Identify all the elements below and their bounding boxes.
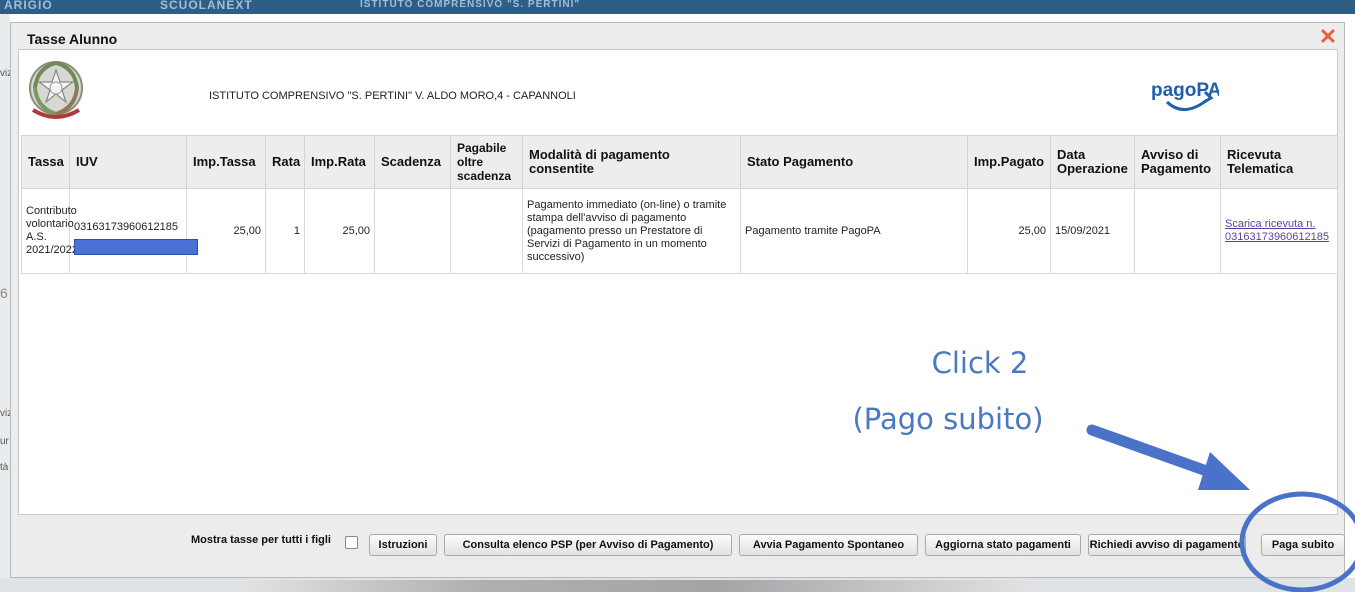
- dialog-title: Tasse Alunno: [27, 31, 118, 47]
- table-row: Contributo volontario A.S. 2021/2022 031…: [21, 188, 1338, 274]
- background-left-text: 6: [0, 285, 8, 301]
- column-header: Imp.Pagato: [967, 135, 1051, 189]
- cell-imp-rata: 25,00: [304, 188, 375, 274]
- pagopa-logo-icon: pagoPA: [1151, 80, 1219, 111]
- background-footer-shadow: [238, 580, 1038, 592]
- column-header: Avviso di Pagamento: [1134, 135, 1221, 189]
- institute-name: ISTITUTO COMPRENSIVO "S. PERTINI" V. ALD…: [209, 90, 576, 102]
- background-school-fragment: ISTITUTO COMPRENSIVO "S. PERTINI": [360, 0, 581, 10]
- dialog-footer: Mostra tasse per tutti i figli Istruzion…: [18, 516, 1345, 572]
- paga-subito-button[interactable]: Paga subito: [1261, 534, 1345, 556]
- cell-imp-tassa: 25,00: [186, 188, 266, 274]
- background-left-text: viz: [0, 408, 10, 419]
- redaction-block: [74, 238, 198, 255]
- column-header: Imp.Rata: [304, 135, 375, 189]
- cell-iuv: 03163173960612185: [69, 188, 198, 274]
- table-header-row: Tassa IUV Imp.Tassa Rata Imp.Rata Scaden…: [21, 135, 1338, 189]
- richiedi-avviso-button[interactable]: Richiedi avviso di pagamento: [1088, 534, 1246, 556]
- avvia-pagamento-spontaneo-button[interactable]: Avvia Pagamento Spontaneo: [739, 534, 918, 556]
- background-left-panel: [0, 14, 10, 592]
- show-all-children-checkbox[interactable]: [345, 536, 358, 549]
- iuv-wrapper: 03163173960612185: [74, 221, 198, 255]
- column-header: Stato Pagamento: [740, 135, 968, 189]
- annotation-step-hint: (Pago subito): [852, 402, 1044, 436]
- background-left-text: viz: [0, 68, 10, 79]
- istruzioni-button[interactable]: Istruzioni: [369, 534, 437, 556]
- italian-republic-emblem-icon: [29, 60, 83, 119]
- background-left-text: tà: [0, 462, 9, 473]
- dialog-content: ISTITUTO COMPRENSIVO "S. PERTINI" V. ALD…: [18, 49, 1338, 515]
- column-header: Modalità di pagamento consentite: [522, 135, 741, 189]
- column-header: Scadenza: [374, 135, 451, 189]
- download-receipt-link[interactable]: Scarica ricevuta n. 03163173960612185: [1225, 218, 1329, 243]
- tax-table: Tassa IUV Imp.Tassa Rata Imp.Rata Scaden…: [21, 135, 1338, 274]
- column-header: Rata: [265, 135, 305, 189]
- cell-scadenza: [374, 188, 451, 274]
- cell-imp-pagato: 25,00: [967, 188, 1051, 274]
- close-icon[interactable]: ✕: [1318, 26, 1338, 48]
- cell-rata: 1: [265, 188, 305, 274]
- column-header: Ricevuta Telematica: [1220, 135, 1338, 189]
- show-all-children-label: Mostra tasse per tutti i figli: [191, 534, 331, 546]
- school-header: ISTITUTO COMPRENSIVO "S. PERTINI" V. ALD…: [19, 50, 1337, 134]
- consulta-psp-button[interactable]: Consulta elenco PSP (per Avviso di Pagam…: [444, 534, 732, 556]
- iuv-value: 03163173960612185: [74, 220, 179, 233]
- background-app-fragment: SCUOLANEXT: [160, 0, 253, 12]
- background-left-text: ur: [0, 436, 9, 447]
- cell-ricevuta: Scarica ricevuta n. 03163173960612185: [1220, 188, 1338, 274]
- column-header: Pagabile oltre scadenza: [450, 135, 523, 189]
- annotation-step-label: Click 2: [931, 346, 1029, 380]
- cell-pagabile-oltre: [450, 188, 523, 274]
- column-header: Imp.Tassa: [186, 135, 266, 189]
- aggiorna-stato-pagamenti-button[interactable]: Aggiorna stato pagamenti: [925, 534, 1081, 556]
- cell-modalita: Pagamento immediato (on-line) o tramite …: [522, 188, 741, 274]
- background-brand-fragment: ARIGIO: [4, 0, 53, 12]
- cell-avviso: [1134, 188, 1221, 274]
- column-header: Data Operazione: [1050, 135, 1135, 189]
- column-header: IUV: [69, 135, 187, 189]
- cell-tassa: Contributo volontario A.S. 2021/2022: [21, 188, 78, 274]
- cell-stato: Pagamento tramite PagoPA: [740, 188, 968, 274]
- tasse-alunno-dialog: Tasse Alunno ✕ ISTITUTO COMPRENSIVO "S. …: [10, 22, 1345, 578]
- cell-data-operazione: 15/09/2021: [1050, 188, 1135, 274]
- column-header: Tassa: [21, 135, 70, 189]
